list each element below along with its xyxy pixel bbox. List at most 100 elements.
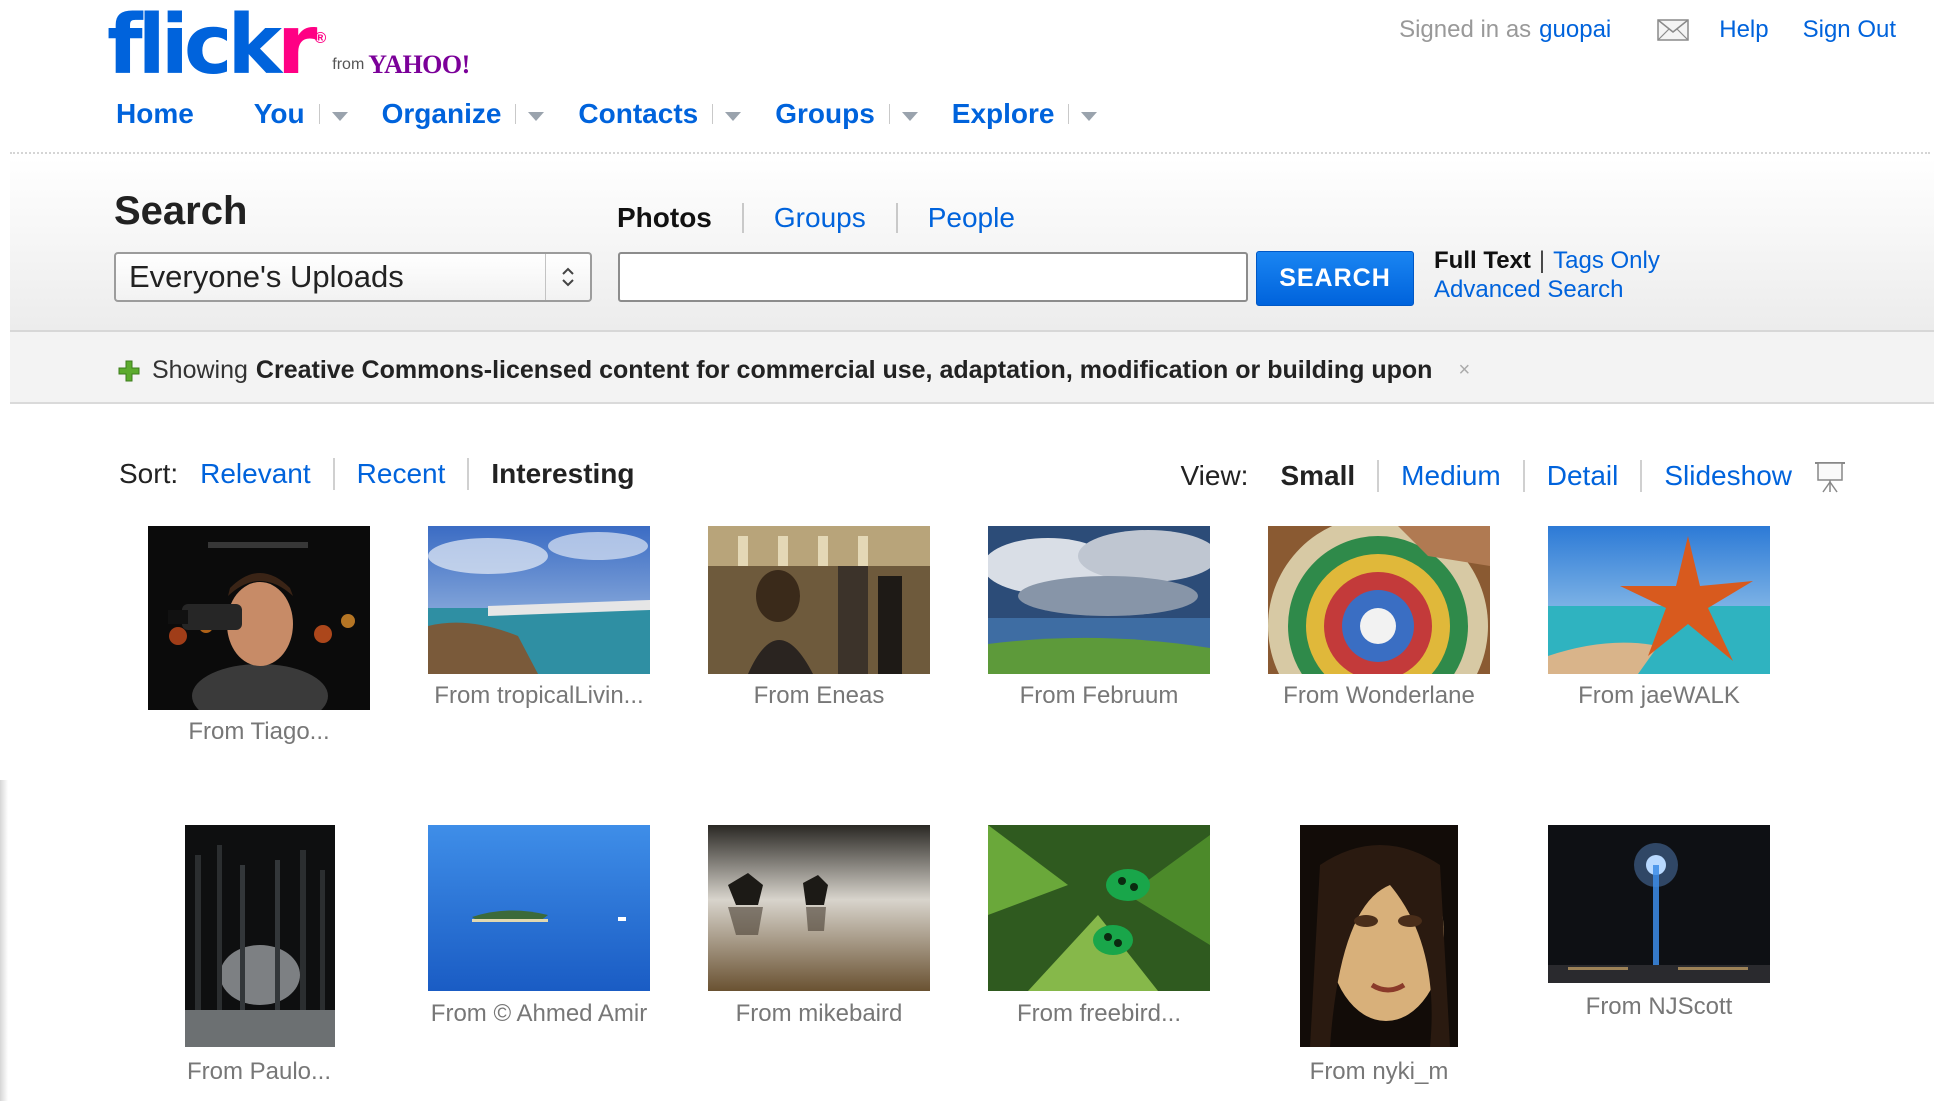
close-icon[interactable]: × (1458, 359, 1470, 382)
photo-thumbnail[interactable] (1300, 825, 1458, 1047)
nav-you-label: You (253, 98, 305, 129)
photo-caption[interactable]: From Eneas (689, 682, 949, 710)
search-input[interactable] (618, 252, 1248, 302)
photo-caption[interactable]: From Wonderlane (1249, 682, 1509, 710)
nav-home[interactable]: Home (116, 98, 194, 130)
logo-from: from (332, 56, 365, 73)
photo-thumbnail[interactable] (988, 526, 1210, 674)
tab-photos[interactable]: Photos (617, 202, 712, 234)
nav-explore-label: Explore (951, 98, 1055, 129)
nav-you[interactable]: You (254, 98, 348, 130)
notice-showing: Showing (152, 356, 248, 384)
tags-only-link[interactable]: Tags Only (1553, 247, 1660, 274)
view-small[interactable]: Small (1280, 460, 1355, 492)
view-divider (1522, 460, 1525, 492)
chevron-down-icon[interactable] (331, 111, 348, 121)
view-divider (1640, 460, 1643, 492)
sort-options: Sort: Relevant Recent Interesting (119, 458, 635, 490)
plus-icon (118, 360, 140, 381)
window-edge-shadow (0, 780, 8, 1101)
sort-label: Sort: (119, 458, 179, 489)
search-button[interactable]: SEARCH (1256, 251, 1414, 306)
nav-divider (712, 104, 714, 124)
nav-divider (1068, 104, 1070, 124)
search-type-tabs: Photos Groups People (617, 202, 1015, 234)
photo-thumbnail[interactable] (185, 825, 335, 1047)
advanced-search-link[interactable]: Advanced Search (1434, 276, 1623, 303)
photo-caption[interactable]: From tropicalLivin... (409, 682, 669, 710)
tab-divider (895, 203, 898, 233)
logo-flick: flick (107, 0, 282, 93)
logo-r: r (277, 0, 318, 93)
tab-groups[interactable]: Groups (774, 202, 866, 234)
logo-registered: ® (314, 30, 327, 47)
nav-groups-label: Groups (775, 98, 875, 129)
slideshow-icon[interactable] (1812, 458, 1848, 494)
photo-thumbnail[interactable] (148, 526, 370, 710)
search-scope-select[interactable]: Everyone's Uploads (114, 252, 592, 302)
photo-thumbnail[interactable] (1548, 825, 1770, 983)
header: flick r ® from YAHOO! Home You Organize … (0, 0, 1934, 155)
photo-caption[interactable]: From NJScott (1529, 993, 1789, 1021)
nav-contacts[interactable]: Contacts (578, 98, 742, 130)
sort-interesting[interactable]: Interesting (491, 458, 634, 490)
chevron-down-icon[interactable] (725, 111, 742, 121)
license-notice-content: Showing Creative Commons-licensed conten… (118, 356, 1470, 385)
yahoo-logo: YAHOO! (368, 50, 470, 79)
chevron-down-icon[interactable] (1081, 111, 1098, 121)
view-detail[interactable]: Detail (1547, 460, 1619, 492)
username-link[interactable]: guopai (1539, 16, 1611, 44)
sort-relevant[interactable]: Relevant (200, 458, 311, 490)
nav-organize[interactable]: Organize (382, 98, 545, 130)
chevron-down-icon[interactable] (901, 111, 918, 121)
photo-thumbnail[interactable] (1268, 526, 1490, 674)
photo-caption[interactable]: From mikebaird (689, 1000, 949, 1028)
photo-caption[interactable]: From freebird... (969, 1000, 1229, 1028)
nav-divider (515, 104, 517, 124)
photo-thumbnail[interactable] (1548, 526, 1770, 674)
user-nav: Signed in as guopai Help Sign Out (1399, 16, 1896, 44)
search-scope-value: Everyone's Uploads (129, 259, 404, 294)
photo-caption[interactable]: From © Ahmed Amir (409, 1000, 669, 1028)
help-link[interactable]: Help (1719, 16, 1768, 44)
flickr-logo[interactable]: flick r ® from YAHOO! (107, 0, 470, 93)
select-arrows-icon (545, 254, 590, 300)
full-text-option[interactable]: Full Text (1434, 247, 1531, 274)
sort-divider (332, 458, 335, 490)
photo-thumbnail[interactable] (708, 526, 930, 674)
photo-caption[interactable]: From Februum (969, 682, 1229, 710)
tab-divider (741, 203, 744, 233)
photo-thumbnail[interactable] (428, 526, 650, 674)
nav-divider (318, 104, 320, 124)
search-panel (10, 158, 1934, 332)
mode-divider: | (1538, 247, 1546, 274)
view-divider (1377, 460, 1380, 492)
sign-out-link[interactable]: Sign Out (1803, 16, 1896, 44)
sort-recent[interactable]: Recent (357, 458, 446, 490)
photo-thumbnail[interactable] (988, 825, 1210, 991)
signed-in-label: Signed in as (1399, 16, 1532, 43)
nav-groups[interactable]: Groups (775, 98, 918, 130)
main-nav: Home You Organize Contacts Groups Explor… (116, 98, 1131, 130)
nav-contacts-label: Contacts (578, 98, 699, 129)
view-label: View: (1180, 460, 1249, 491)
notice-text: Creative Commons-licensed content for co… (255, 356, 1433, 384)
sort-divider (467, 458, 470, 490)
view-medium[interactable]: Medium (1401, 460, 1501, 492)
nav-divider (888, 104, 890, 124)
photo-caption[interactable]: From jaeWALK (1529, 682, 1789, 710)
photo-thumbnail[interactable] (708, 825, 930, 991)
nav-explore[interactable]: Explore (952, 98, 1098, 130)
photo-caption[interactable]: From nyki_m (1249, 1058, 1509, 1086)
mail-icon[interactable] (1657, 19, 1689, 41)
nav-home-label: Home (116, 98, 194, 129)
header-divider (10, 152, 1930, 154)
photo-caption[interactable]: From Paulo... (129, 1058, 389, 1086)
photo-thumbnail[interactable] (428, 825, 650, 991)
view-slideshow[interactable]: Slideshow (1664, 460, 1792, 492)
photo-caption[interactable]: From Tiago... (129, 718, 389, 746)
tab-people[interactable]: People (928, 202, 1015, 234)
chevron-down-icon[interactable] (528, 111, 545, 121)
search-mode-options: Full Text | Tags Only Advanced Search (1434, 246, 1660, 304)
view-options: View: Small Medium Detail Slideshow (1181, 458, 1849, 494)
